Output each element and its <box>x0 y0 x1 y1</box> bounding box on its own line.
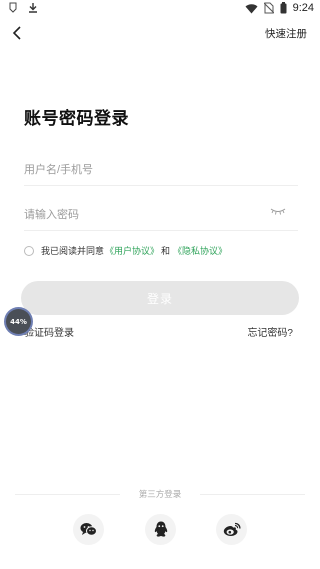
agreement-radio[interactable] <box>24 245 34 256</box>
notification-icon <box>8 2 18 13</box>
third-party-divider: 第三方登录 <box>15 488 305 500</box>
forgot-password-link[interactable]: 忘记密码? <box>247 324 293 339</box>
agreement-conjunction: 和 <box>161 246 171 256</box>
user-agreement-link[interactable]: 《用户协议》 <box>105 244 159 257</box>
back-chevron-icon <box>12 26 22 40</box>
weibo-login-button[interactable] <box>216 514 247 545</box>
divider-line-right <box>200 494 305 495</box>
password-placeholder: 请输入密码 <box>24 209 79 221</box>
download-icon <box>28 2 38 13</box>
qq-login-button[interactable] <box>145 514 176 545</box>
login-button[interactable]: 登录 <box>21 281 299 315</box>
wechat-icon <box>80 522 97 537</box>
clock: 9:24 <box>292 2 314 14</box>
no-sim-icon <box>263 2 274 14</box>
username-field[interactable]: 用户名/手机号 <box>24 150 298 186</box>
wechat-login-button[interactable] <box>73 514 104 545</box>
back-button[interactable] <box>6 22 28 44</box>
progress-bubble[interactable]: 44% <box>6 309 31 334</box>
agreement-prefix: 我已阅读并同意 <box>41 246 105 256</box>
wifi-icon <box>245 3 258 14</box>
code-login-link[interactable]: 验证码登录 <box>24 324 74 339</box>
status-bar: 9:24 <box>0 0 320 18</box>
agreement-row: 我已阅读并同意 《用户协议》 和 《隐私协议》 <box>24 244 227 257</box>
password-field[interactable]: 请输入密码 <box>24 195 298 231</box>
weibo-icon <box>223 522 241 537</box>
qq-icon <box>154 521 168 538</box>
privacy-policy-link[interactable]: 《隐私协议》 <box>173 244 227 257</box>
username-placeholder: 用户名/手机号 <box>24 164 94 176</box>
page-title: 账号密码登录 <box>24 109 129 129</box>
battery-icon <box>280 2 287 14</box>
eye-closed-icon[interactable] <box>270 208 286 215</box>
quick-register-link[interactable]: 快速注册 <box>265 26 307 41</box>
